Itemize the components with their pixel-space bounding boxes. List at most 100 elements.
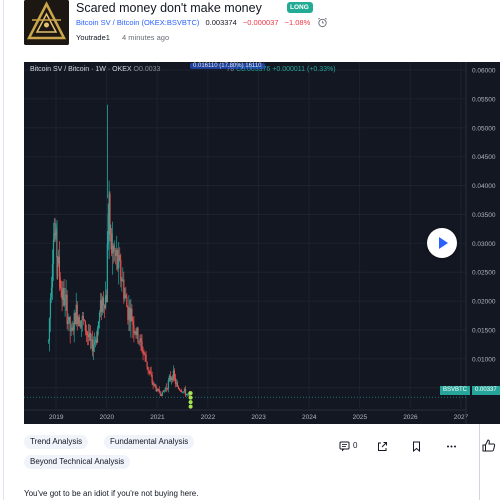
candle-body (121, 280, 123, 282)
candle-body (178, 388, 181, 391)
candle-body (52, 239, 55, 264)
alarm-clock-icon[interactable] (317, 17, 328, 28)
masonic-emblem-icon (24, 0, 69, 45)
candle-body (167, 380, 169, 389)
candle-body (125, 294, 127, 297)
candle-body (60, 287, 62, 292)
thumbs-up-icon[interactable] (482, 439, 496, 452)
x-tick-label: 2023 (251, 414, 266, 421)
tag-beyond-technical-analysis[interactable]: Beyond Technical Analysis (24, 455, 131, 469)
candle-body (176, 382, 179, 387)
measure-tooltip: 0.016110 (17.80%) 16110 (190, 63, 265, 69)
author-logo[interactable] (24, 0, 69, 45)
candle-body (142, 351, 144, 352)
candle-body (80, 320, 82, 328)
author-row: Youtrade1 4 minutes ago (76, 33, 169, 42)
price-tag-value: 0.00337 (472, 386, 500, 395)
idea-marker-dot (188, 400, 193, 405)
y-tick-label: 0.05000 (472, 125, 496, 132)
y-tick-label: 0.01000 (472, 356, 496, 363)
candle-body (97, 321, 100, 329)
legend-exchange: OKEX (112, 66, 132, 73)
x-tick-label: 2025 (353, 414, 368, 421)
last-price-tag: BSVBTC 0.00337 (440, 386, 500, 395)
author-name[interactable]: Youtrade1 (76, 33, 110, 42)
y-tick-label: 0.03000 (472, 241, 496, 248)
symbol-link[interactable]: Bitcoin SV / Bitcoin (OKEX:BSVBTC) (76, 18, 199, 27)
candle-body (93, 341, 96, 345)
legend-open: O0.0033 (133, 66, 161, 73)
y-tick-label: 0.04000 (472, 183, 496, 190)
legend-interval: 1W (95, 66, 106, 73)
y-tick-label: 0.02500 (472, 270, 496, 277)
tag-fundamental-analysis[interactable]: Fundamental Analysis (104, 435, 195, 449)
chart-legend: Bitcoin SV / Bitcoin · 1W · OKEX O0.0033… (30, 66, 336, 73)
candle-body (159, 392, 161, 395)
candle-body (119, 255, 121, 260)
candle-body (149, 371, 151, 374)
idea-title[interactable]: Scared money don't make money (76, 1, 262, 15)
candle-body (102, 297, 105, 306)
candle-body (50, 287, 53, 298)
x-tick-label: 2019 (49, 414, 64, 421)
x-tick-label: 2022 (201, 414, 216, 421)
candle-body (177, 386, 180, 389)
legend-change: +0.000011 (+0.33%) (272, 66, 336, 73)
candle-body (82, 315, 84, 320)
candle-body (182, 391, 185, 393)
candle-body (64, 298, 66, 306)
comment-icon[interactable] (339, 441, 350, 452)
y-tick-label: 0.01500 (472, 328, 496, 335)
candle-body (78, 316, 80, 327)
candle-body (113, 245, 115, 252)
candle-body (83, 319, 85, 321)
candle-body (148, 370, 150, 372)
candle-body (47, 340, 50, 342)
legend-pair: Bitcoin SV / Bitcoin (30, 66, 90, 73)
left-border (3, 0, 4, 500)
idea-marker-dot (188, 404, 193, 409)
idea-chart[interactable]: 0.06000 0.05500 0.05000 0.04500 0.04000 0.035… (24, 62, 500, 424)
long-badge: LONG (287, 2, 313, 13)
candle-body (147, 366, 149, 371)
x-tick-label: 2026 (403, 414, 418, 421)
tag-trend-analysis[interactable]: Trend Analysis (24, 435, 89, 449)
x-tick-label: 2020 (100, 414, 115, 421)
symbol-row: Bitcoin SV / Bitcoin (OKEX:BSVBTC) 0.003… (76, 17, 328, 28)
idea-header: Scared money don't make money LONG Bitco… (24, 0, 500, 50)
candle-body (67, 320, 69, 325)
bookmark-icon[interactable] (411, 441, 422, 452)
candle-body (179, 390, 182, 391)
candle-body (70, 329, 72, 332)
candle-body (86, 332, 88, 335)
x-tick-label: 2021 (150, 414, 165, 421)
play-icon (439, 237, 448, 249)
candle-body (66, 294, 68, 325)
share-icon[interactable] (377, 441, 388, 452)
comment-count: 0 (353, 441, 358, 450)
candle-body (106, 243, 108, 303)
candle-body (92, 344, 95, 352)
candle-body (150, 373, 152, 375)
play-button[interactable] (427, 228, 457, 258)
symbol-price: 0.003374 (205, 18, 237, 27)
candle-body (98, 312, 101, 322)
symbol-change-abs: −0.000037 (242, 18, 279, 27)
candle-body (140, 338, 142, 342)
candle-body (132, 320, 134, 325)
y-tick-label: 0.03500 (472, 212, 496, 219)
candle-body (146, 361, 148, 367)
x-tick-label: 2024 (302, 414, 317, 421)
candle-body (89, 332, 92, 341)
y-tick-label: 0.06000 (472, 68, 496, 75)
candle-body (84, 320, 86, 331)
candle-body (143, 351, 145, 355)
candle-body (59, 277, 61, 288)
candle-body (85, 330, 87, 333)
candle-body (58, 256, 60, 278)
candle-body (163, 390, 165, 392)
candle-body (96, 328, 99, 343)
candle-body (173, 370, 176, 378)
candle-body (137, 327, 139, 342)
more-options-icon[interactable] (446, 441, 457, 452)
